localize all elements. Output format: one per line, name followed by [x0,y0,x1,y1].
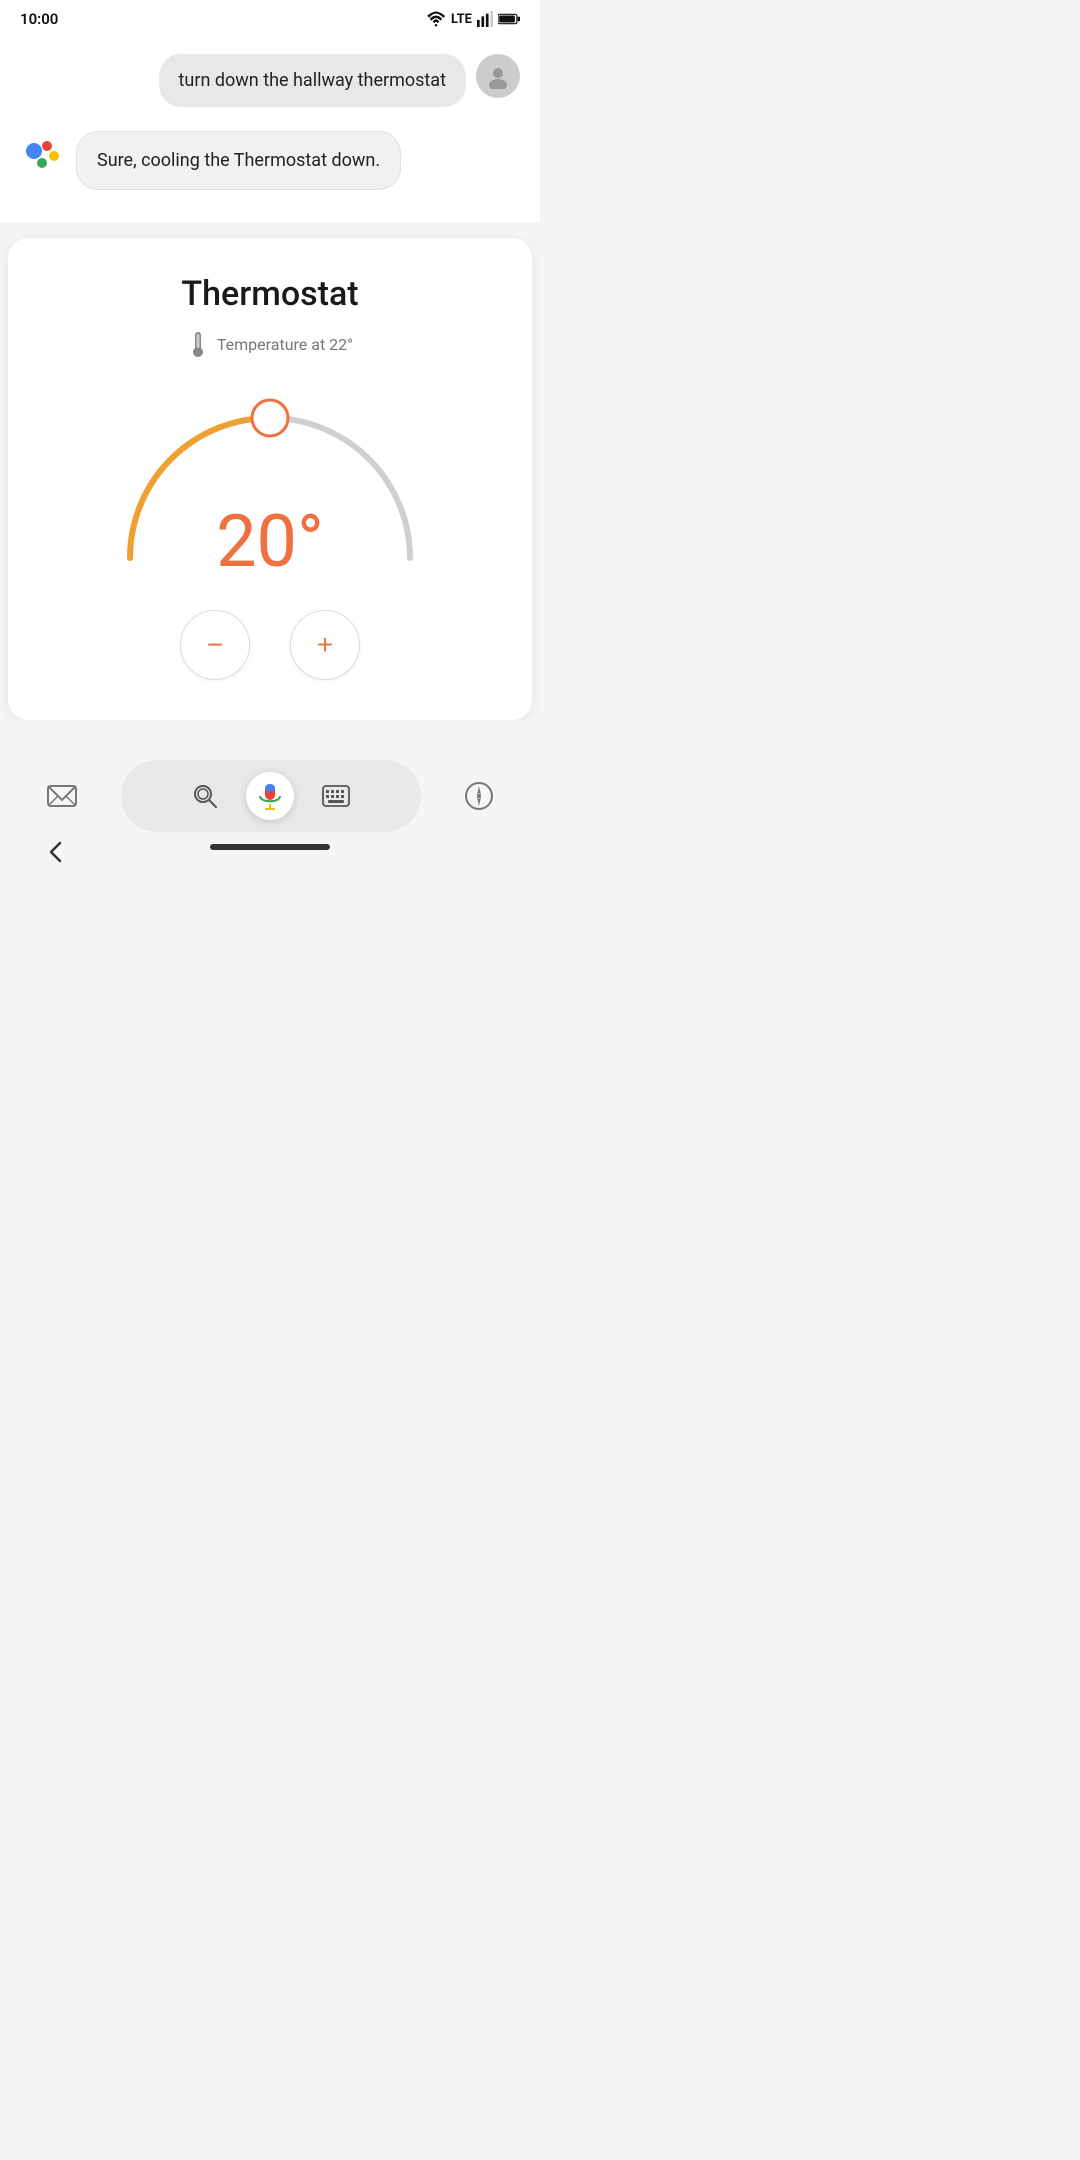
wifi-icon [426,11,446,27]
back-button[interactable] [46,840,66,868]
keyboard-icon[interactable] [322,785,350,807]
thermostat-dial: 20° [100,378,440,578]
lens-icon[interactable] [192,783,218,809]
thermostat-title: Thermostat [32,274,508,314]
bottom-bar-wrap [0,720,540,868]
avatar-icon [485,63,511,89]
signal-icon [477,11,493,27]
user-message-row: turn down the hallway thermostat [20,54,520,107]
temperature-controls: − + [32,610,508,680]
chat-area: turn down the hallway thermostat Sure, c… [0,34,540,222]
status-bar: 10:00 LTE [0,0,540,34]
user-bubble: turn down the hallway thermostat [159,54,466,107]
increase-temp-button[interactable]: + [290,610,360,680]
section-gap [0,222,540,238]
decrease-temp-button[interactable]: − [180,610,250,680]
microphone-button[interactable] [246,772,294,820]
assistant-message-row: Sure, cooling the Thermostat down. [20,131,520,190]
battery-icon [498,12,520,26]
thermometer-icon [187,330,209,358]
bottom-input-bar [121,760,421,832]
temp-label: Temperature at 22° [217,335,353,354]
user-avatar [476,54,520,98]
thermostat-card: Thermostat Temperature at 22° 20° − + [8,238,532,720]
google-assistant-icon [20,131,64,175]
status-icons: LTE [426,11,520,27]
assistant-bubble: Sure, cooling the Thermostat down. [76,131,401,190]
compass-icon[interactable] [464,781,494,811]
status-time: 10:00 [20,10,58,28]
notification-icon[interactable] [46,782,78,810]
temp-label-row: Temperature at 22° [32,330,508,358]
home-indicator[interactable] [210,844,330,850]
temperature-display: 20° [216,506,324,578]
outer-nav-row [16,744,524,840]
lte-label: LTE [451,12,472,27]
